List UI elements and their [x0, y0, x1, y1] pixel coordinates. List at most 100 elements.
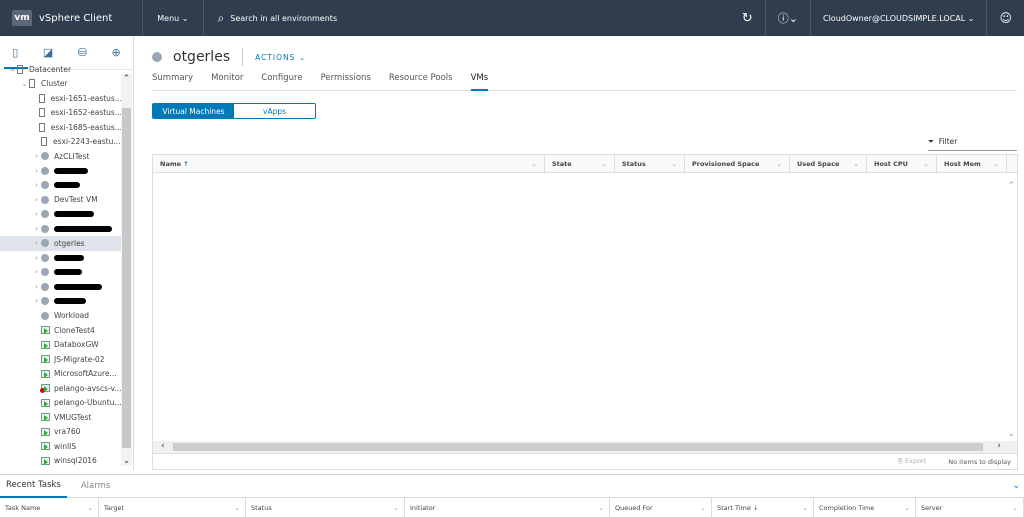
tree-item[interactable]: › [0, 265, 122, 280]
chevron-down-icon[interactable]: ⌄ [803, 504, 808, 512]
tree-item[interactable]: › [0, 222, 122, 237]
tab-monitor[interactable]: Monitor [211, 73, 243, 91]
chevron-down-icon[interactable]: ⌄ [701, 504, 706, 512]
chevron-down-icon[interactable]: ⌄ [672, 160, 677, 168]
tree-item[interactable]: JS-Migrate-02 [0, 352, 122, 367]
tree-item[interactable]: DataboxGW [0, 338, 122, 353]
refresh-icon[interactable]: ↻ [730, 11, 765, 26]
tab-resource-pools[interactable]: Resource Pools [389, 73, 453, 91]
tree-scrollbar[interactable]: ⌃ ⌄ [121, 74, 132, 466]
column-header[interactable]: Task Name ⌄ [0, 498, 99, 517]
tree-item[interactable]: › [0, 178, 122, 193]
networking-icon[interactable]: ⊕ [111, 46, 120, 59]
column-header[interactable]: Used Space ⌄ [790, 155, 867, 172]
tree-item[interactable]: › [0, 251, 122, 266]
chevron-down-icon[interactable]: ⌄ [905, 504, 910, 512]
menu-button[interactable]: Menu ⌄ [157, 14, 188, 23]
user-smiley-icon[interactable]: ☺ [987, 11, 1024, 25]
tree-item[interactable]: CloneTest4 [0, 323, 122, 338]
tree-item[interactable]: pelango-Ubuntu... [0, 396, 122, 411]
actions-button[interactable]: ACTIONS ⌄ [242, 48, 306, 66]
tree-item[interactable]: esxi-1685-eastus... [0, 120, 122, 135]
chevron-right-icon[interactable]: › [32, 254, 41, 262]
column-header[interactable]: Status ⌄ [246, 498, 405, 517]
column-header[interactable]: Host CPU ⌄ [867, 155, 937, 172]
chevron-down-icon[interactable]: ⌄ [924, 160, 929, 168]
scroll-thumb[interactable] [122, 108, 131, 448]
tree-item[interactable]: Workload [0, 309, 122, 324]
chevron-right-icon[interactable]: › [32, 239, 41, 247]
tree-item[interactable]: vra760 [0, 425, 122, 440]
tab-summary[interactable]: Summary [152, 73, 193, 91]
tab-vms[interactable]: VMs [470, 73, 489, 91]
scroll-up-icon[interactable]: ⌃ [121, 74, 132, 84]
scroll-left-icon[interactable]: ‹ [161, 441, 165, 451]
tree-item[interactable]: winIIS [0, 439, 122, 454]
tree-item[interactable]: › [0, 294, 122, 309]
column-header[interactable]: Provisioned Space ⌄ [685, 155, 790, 172]
chevron-down-icon[interactable]: ⌄ [88, 504, 93, 512]
chevron-down-icon[interactable]: ⌄ [235, 504, 240, 512]
chevron-down-icon[interactable]: ⌄ [532, 160, 537, 168]
chevron-down-icon[interactable]: ⌄ [994, 160, 999, 168]
chevron-right-icon[interactable]: › [32, 297, 41, 305]
tree-item[interactable]: › DevTest VM [0, 193, 122, 208]
global-search[interactable]: ⌕ Search in all environments [218, 11, 338, 26]
column-header[interactable]: Name ↑ ⌄ [153, 155, 545, 172]
chevron-right-icon[interactable]: › [32, 268, 41, 276]
column-header[interactable]: Queued For ⌄ [610, 498, 712, 517]
tree-item[interactable]: esxi-2243-eastu... [0, 135, 122, 150]
chevron-down-icon[interactable]: ⌄ [777, 160, 782, 168]
help-icon[interactable]: ⓘ⌄ [766, 10, 810, 26]
scroll-down-icon[interactable]: ⌄ [121, 456, 132, 466]
tree-item[interactable]: › [0, 207, 122, 222]
scroll-thumb[interactable] [173, 443, 983, 451]
column-header[interactable]: State ⌄ [545, 155, 615, 172]
column-header[interactable]: Initiator ⌄ [405, 498, 610, 517]
horizontal-scrollbar[interactable]: ‹ › [153, 441, 1017, 453]
storage-icon[interactable]: ⛁ [78, 46, 87, 59]
tree-item[interactable]: MicrosoftAzure... [0, 367, 122, 382]
tab-recent-tasks[interactable]: Recent Tasks [0, 475, 67, 498]
tree-item[interactable]: esxi-1651-eastus... [0, 91, 122, 106]
vms-templates-icon[interactable]: ◪ [43, 46, 53, 59]
tab-configure[interactable]: Configure [261, 73, 302, 91]
column-header[interactable]: Target ⌄ [99, 498, 246, 517]
chevron-right-icon[interactable]: › [32, 210, 41, 218]
hosts-clusters-icon[interactable]: ▯ [12, 46, 18, 59]
export-button[interactable]: ⎘ Export [898, 457, 927, 466]
user-menu[interactable]: CloudOwner@CLOUDSIMPLE.LOCAL ⌄ [811, 14, 987, 23]
scroll-down-icon[interactable]: ⌄ [1007, 429, 1015, 439]
virtual-machines-button[interactable]: Virtual Machines [153, 104, 234, 118]
chevron-right-icon[interactable]: › [32, 196, 41, 204]
tree-item[interactable]: VMUGTest [0, 410, 122, 425]
vapps-button[interactable]: vApps [234, 104, 315, 118]
chevron-right-icon[interactable]: › [32, 167, 41, 175]
column-header[interactable]: Completion Time ⌄ [814, 498, 916, 517]
filter-input[interactable]: ⏷ Filter [928, 137, 1017, 151]
tree-item[interactable]: › [0, 164, 122, 179]
chevron-down-icon[interactable]: ⌄ [8, 65, 17, 73]
tree-item[interactable]: winsql2016 [0, 454, 122, 469]
tree-item[interactable]: pelango-avscs-v... [0, 381, 122, 396]
scroll-right-icon[interactable]: › [997, 441, 1001, 451]
chevron-down-icon[interactable]: ⌄ [854, 160, 859, 168]
chevron-down-icon[interactable]: ⌄ [1013, 504, 1018, 512]
chevron-right-icon[interactable]: › [32, 225, 41, 233]
chevron-down-icon[interactable]: ⌄ [20, 80, 29, 88]
chevron-right-icon[interactable]: › [32, 152, 41, 160]
tree-item[interactable]: esxi-1652-eastus... [0, 106, 122, 121]
chevron-right-icon[interactable]: › [32, 181, 41, 189]
column-header[interactable]: Server ⌄ [916, 498, 1024, 517]
tab-permissions[interactable]: Permissions [321, 73, 371, 91]
tree-item[interactable]: ⌄ Datacenter [0, 62, 122, 77]
tab-alarms[interactable]: Alarms [75, 475, 116, 498]
chevron-down-icon[interactable]: ⌄ [599, 504, 604, 512]
column-header[interactable]: Status ⌄ [615, 155, 685, 172]
tree-item[interactable]: ⌄ Cluster [0, 77, 122, 92]
chevron-down-icon[interactable]: ⌄ [394, 504, 399, 512]
tree-item[interactable]: › AzCLITest [0, 149, 122, 164]
chevron-down-icon[interactable]: ⌄ [602, 160, 607, 168]
scroll-up-icon[interactable]: ⌃ [1007, 181, 1015, 191]
column-header[interactable]: Start Time ↓ ⌄ [712, 498, 814, 517]
